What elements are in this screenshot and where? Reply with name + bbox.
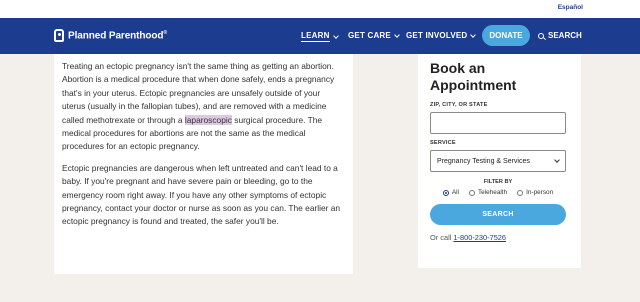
article-body: Treating an ectopic pregnancy isn't the … xyxy=(54,54,353,274)
logo-mark-icon xyxy=(54,29,64,42)
phone-link[interactable]: 1-800-230-7526 xyxy=(453,233,506,242)
utility-bar: Español xyxy=(0,0,640,18)
booking-title: Book an Appointment xyxy=(430,60,517,93)
nav-get-care-label: GET CARE xyxy=(348,31,391,40)
filter-label: FILTER BY xyxy=(483,179,513,185)
chevron-down-icon xyxy=(470,31,477,38)
radio-icon xyxy=(468,189,475,196)
radio-icon xyxy=(517,189,524,196)
logo[interactable]: Planned Parenthood® xyxy=(54,29,167,42)
search-label: SEARCH xyxy=(548,31,582,40)
logo-text: Planned Parenthood xyxy=(68,30,164,42)
highlighted-term: laparoscopic xyxy=(184,114,232,125)
booking-search-button[interactable]: SEARCH xyxy=(430,204,566,225)
chevron-down-icon xyxy=(332,32,339,39)
service-selected-value: Pregnancy Testing & Services xyxy=(437,157,530,165)
filter-radio-group: All Telehealth In-person xyxy=(430,189,566,196)
language-link[interactable]: Español xyxy=(558,4,583,11)
radio-selected-icon xyxy=(442,189,449,196)
nav-get-involved[interactable]: GET INVOLVED xyxy=(406,31,477,40)
search-icon xyxy=(538,32,544,39)
registered-mark: ® xyxy=(163,29,168,36)
article-paragraph-1: Treating an ectopic pregnancy isn't the … xyxy=(62,61,335,152)
filter-in-person-radio[interactable]: In-person xyxy=(517,189,553,196)
service-label: SERVICE xyxy=(430,140,456,146)
main-nav: Planned Parenthood® LEARN GET CARE GET I… xyxy=(0,18,640,54)
article-paragraph-2: Ectopic pregnancies are dangerous when l… xyxy=(62,162,341,227)
nav-learn[interactable]: LEARN xyxy=(301,31,339,42)
chevron-down-icon xyxy=(394,31,400,38)
nav-get-care[interactable]: GET CARE xyxy=(348,31,400,40)
filter-all-radio[interactable]: All xyxy=(442,189,459,196)
nav-learn-label: LEARN xyxy=(301,31,330,42)
filter-telehealth-radio[interactable]: Telehealth xyxy=(468,189,507,196)
book-appointment-panel: Book an Appointment ZIP, CITY, OR STATE … xyxy=(418,54,581,268)
zip-label: ZIP, CITY, OR STATE xyxy=(430,102,488,108)
call-line: Or call 1-800-230-7526 xyxy=(430,233,507,242)
nav-get-involved-label: GET INVOLVED xyxy=(406,31,468,40)
service-select[interactable]: Pregnancy Testing & Services xyxy=(430,150,566,172)
donate-button[interactable]: DONATE xyxy=(482,25,530,46)
chevron-down-icon xyxy=(554,157,560,163)
search-button[interactable]: SEARCH xyxy=(538,31,582,40)
zip-input[interactable] xyxy=(430,112,566,134)
